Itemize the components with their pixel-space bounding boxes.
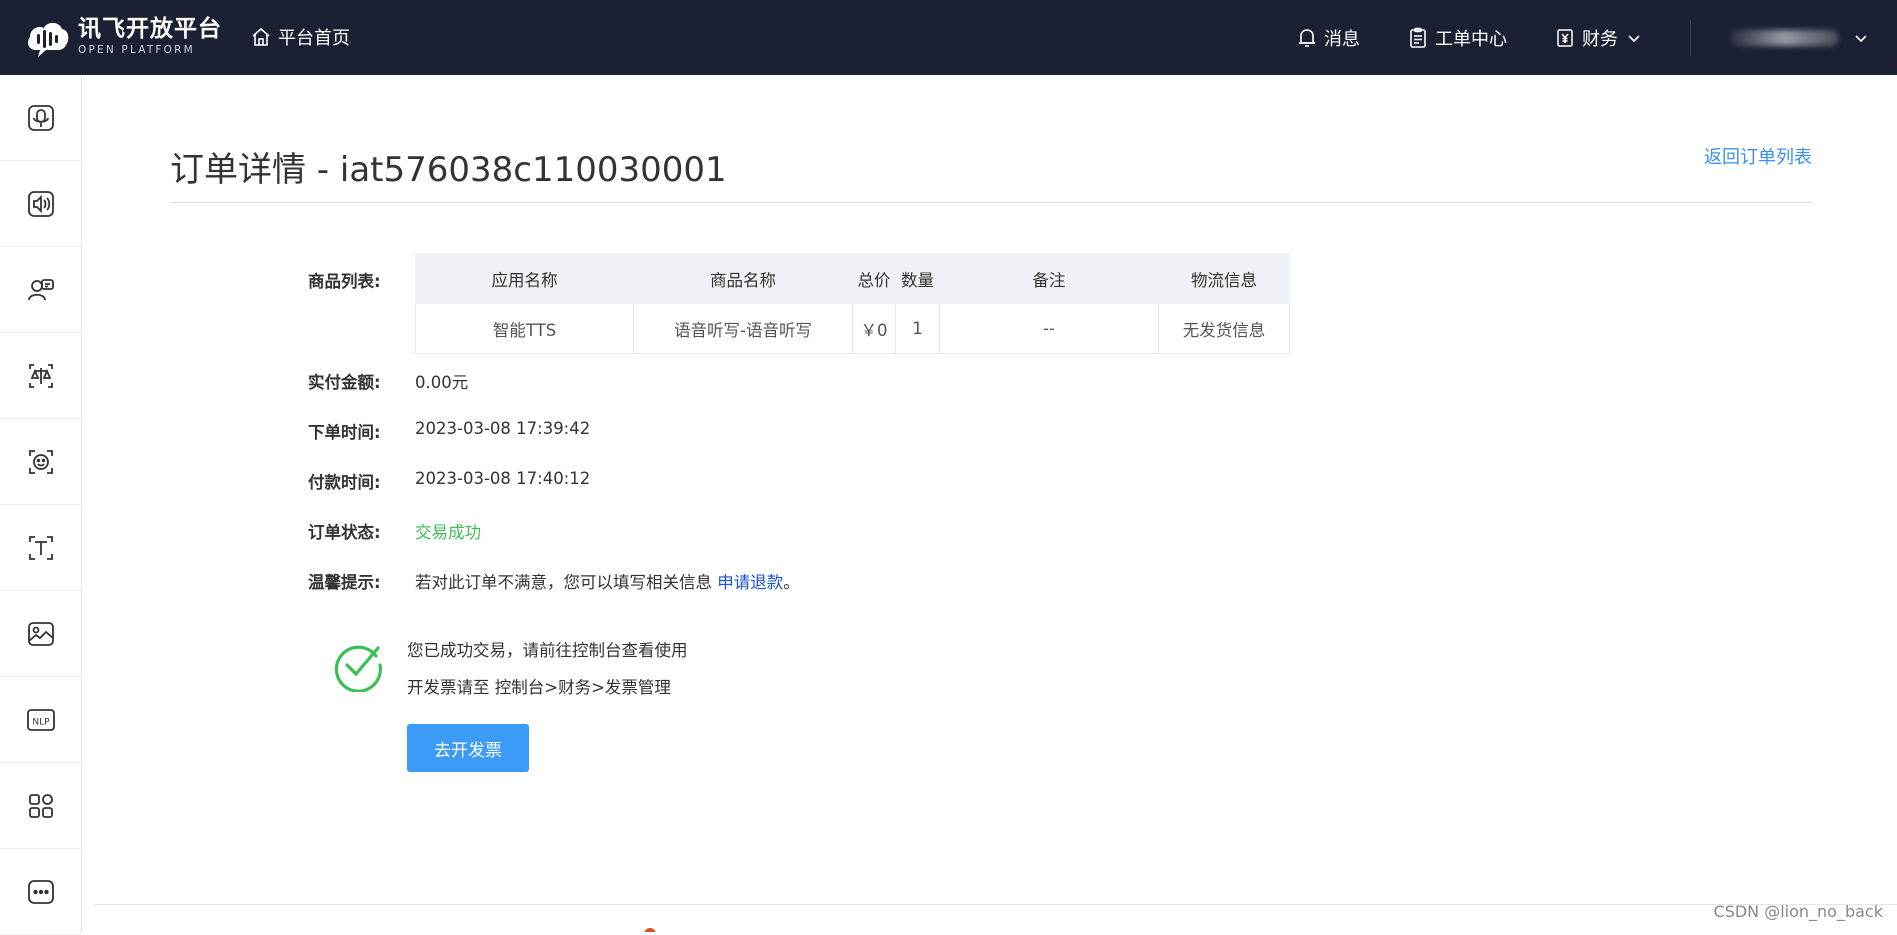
goods-table: 应用名称 商品名称 总价 数量 备注 物流信息 智能TTS 语音听写-语音听写 … [415, 253, 1290, 354]
col-header-quantity: 数量 [895, 253, 940, 304]
home-link[interactable]: 平台首页 [250, 24, 350, 50]
speaker-icon [27, 190, 54, 217]
success-check-icon [332, 638, 386, 693]
sidebar-item-speech-synthesis[interactable] [0, 161, 81, 247]
scale-icon [28, 363, 53, 388]
sidebar-item-voice-chat[interactable] [0, 247, 81, 333]
cell-app-name: 智能TTS [415, 303, 634, 354]
image-icon [27, 621, 54, 646]
sidebar-item-apps[interactable] [0, 763, 81, 849]
sidebar-item-text[interactable] [0, 505, 81, 591]
text-scan-icon [28, 535, 53, 560]
sidebar-item-translation[interactable] [0, 333, 81, 419]
cloud-logo-icon [24, 16, 70, 58]
table-header-row: 应用名称 商品名称 总价 数量 备注 物流信息 [415, 253, 1290, 304]
finance-menu[interactable]: 财务 [1555, 25, 1642, 51]
col-header-app-name: 应用名称 [415, 253, 634, 304]
success-message: 您已成功交易，请前往控制台查看使用 [407, 641, 688, 660]
sidebar: NLP [0, 75, 82, 935]
pay-time-label: 付款时间: [308, 473, 381, 492]
cell-quantity: 1 [895, 303, 940, 354]
col-header-logistics: 物流信息 [1158, 253, 1290, 304]
sidebar-item-face[interactable] [0, 419, 81, 505]
cell-remark: -- [939, 303, 1159, 354]
face-scan-icon [28, 449, 53, 474]
refund-link[interactable]: 申请退款 [717, 573, 783, 592]
order-status-label: 订单状态: [308, 523, 381, 542]
sidebar-item-image[interactable] [0, 591, 81, 677]
pay-time-value: 2023-03-08 17:40:12 [415, 469, 591, 488]
microphone-icon [27, 104, 54, 131]
chevron-down-icon [1855, 34, 1867, 42]
page-title: 订单详情 - iat576038c110030001 [170, 150, 727, 190]
chat-person-icon [27, 278, 54, 300]
svg-text:NLP: NLP [32, 717, 50, 727]
paid-amount-label: 实付金额: [308, 373, 381, 392]
logo-subtitle: OPEN PLATFORM [78, 44, 195, 57]
footer-partial [0, 920, 1897, 932]
tip-label: 温馨提示: [308, 573, 381, 592]
table-row: 智能TTS 语音听写-语音听写 ￥0 1 -- 无发货信息 [415, 303, 1290, 354]
finance-label: 财务 [1582, 28, 1618, 50]
sidebar-item-speech-recognition[interactable] [0, 75, 81, 161]
top-navbar: 讯飞开放平台 OPEN PLATFORM 平台首页 消息 工单中心 财务 [0, 0, 1897, 75]
finance-icon [1557, 28, 1573, 47]
sidebar-item-nlp[interactable]: NLP [0, 677, 81, 763]
title-divider [170, 202, 1812, 203]
logo-title: 讯飞开放平台 [78, 16, 222, 43]
user-menu[interactable] [1729, 29, 1869, 46]
messages-link[interactable]: 消息 [1297, 25, 1360, 51]
nav-divider [1690, 19, 1691, 56]
col-header-total-price: 总价 [852, 253, 896, 304]
footer-divider [94, 904, 1897, 905]
issue-invoice-button[interactable]: 去开发票 [407, 724, 529, 772]
col-header-product-name: 商品名称 [633, 253, 853, 304]
footer-logo-icon [644, 928, 656, 932]
user-name-blurred [1729, 29, 1839, 46]
goods-list-label: 商品列表: [308, 272, 381, 291]
cell-total-price: ￥0 [852, 303, 896, 354]
paid-amount-value: 0.00元 [415, 373, 469, 392]
home-label: 平台首页 [278, 28, 350, 49]
cell-logistics: 无发货信息 [1158, 303, 1290, 354]
order-time-label: 下单时间: [308, 423, 381, 442]
more-icon [27, 879, 54, 904]
watermark: CSDN @lion_no_back [1713, 902, 1883, 921]
back-to-order-list-link[interactable]: 返回订单列表 [1704, 143, 1812, 169]
nlp-icon: NLP [26, 708, 55, 731]
logo[interactable]: 讯飞开放平台 OPEN PLATFORM [24, 16, 222, 58]
cell-product-name: 语音听写-语音听写 [633, 303, 853, 354]
invoice-hint: 开发票请至 控制台>财务>发票管理 [407, 678, 671, 697]
tickets-link[interactable]: 工单中心 [1408, 25, 1507, 51]
tickets-label: 工单中心 [1435, 28, 1507, 50]
home-icon [252, 27, 270, 46]
bell-icon [1299, 28, 1315, 47]
col-header-remark: 备注 [939, 253, 1159, 304]
messages-label: 消息 [1324, 28, 1360, 50]
order-time-value: 2023-03-08 17:39:42 [415, 419, 591, 438]
tip-message: 若对此订单不满意，您可以填写相关信息 [415, 573, 718, 592]
apps-grid-icon [28, 793, 53, 818]
order-status-value: 交易成功 [415, 523, 481, 542]
clipboard-icon [1410, 27, 1426, 48]
tip-text: 若对此订单不满意，您可以填写相关信息 申请退款。 [415, 569, 800, 593]
tip-end: 。 [783, 573, 800, 592]
chevron-down-icon [1628, 34, 1640, 42]
